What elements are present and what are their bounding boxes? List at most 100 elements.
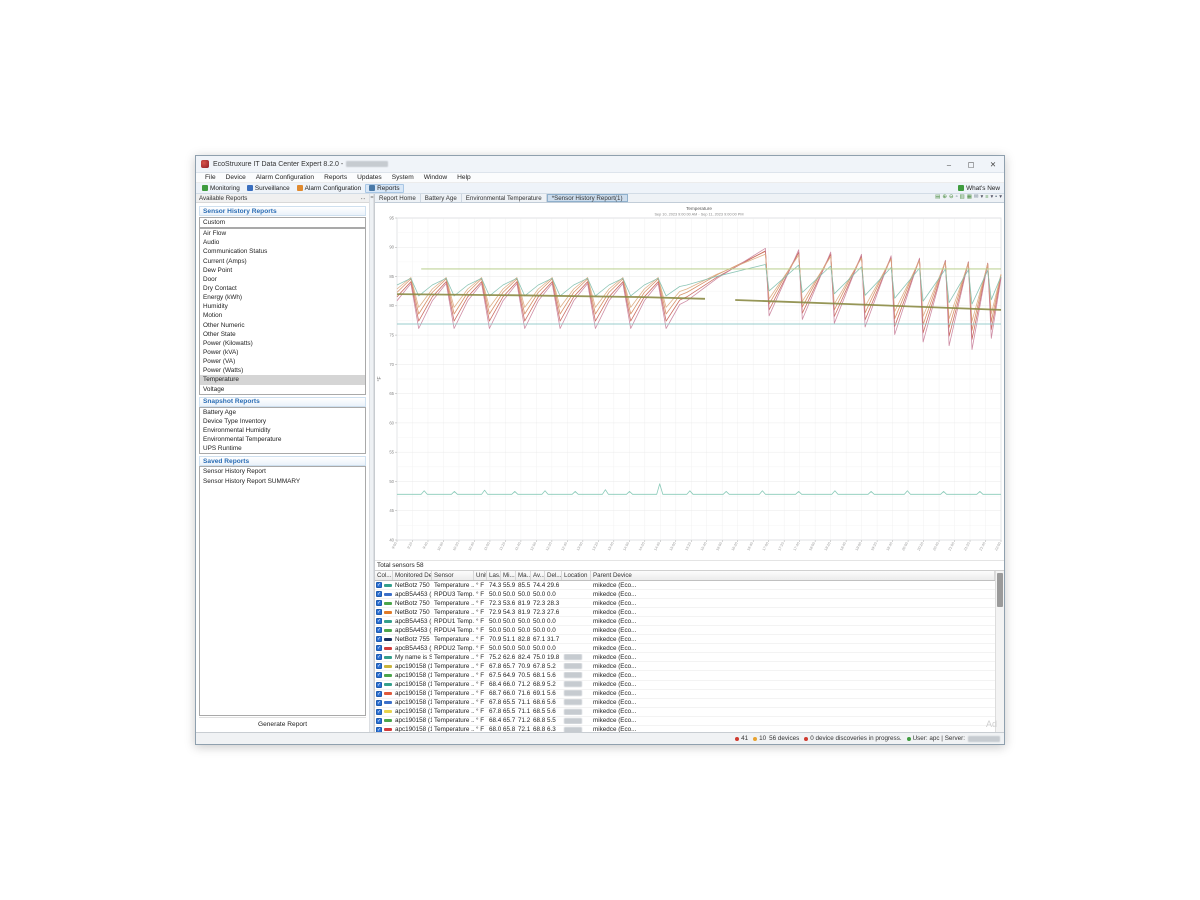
table-row[interactable]: ✓NetBotz 755 ...Temperature ...° F70.951… [375, 635, 995, 644]
sidebar-item-communication-status[interactable]: Communication Status [200, 247, 365, 256]
tab-battery-age[interactable]: Battery Age [421, 194, 462, 202]
sidebar-item-temperature[interactable]: Temperature [200, 375, 365, 384]
close-button[interactable]: ✕ [982, 156, 1004, 172]
tab-environmental-temperature[interactable]: Environmental Temperature [462, 194, 547, 202]
sidebar-item-dew-point[interactable]: Dew Point [200, 266, 365, 275]
menu-help[interactable]: Help [452, 174, 476, 181]
panel-collapse-icons[interactable]: ▪▪ [361, 196, 366, 201]
zoom-in-icon[interactable]: ⊕ [942, 195, 947, 201]
toolbar-item-alarm-configuration[interactable]: Alarm Configuration [294, 184, 364, 193]
row-checkbox[interactable]: ✓ [376, 727, 382, 732]
toolbar-item-surveillance[interactable]: Surveillance [244, 184, 293, 193]
row-checkbox[interactable]: ✓ [376, 654, 382, 660]
menu-device[interactable]: Device [221, 174, 251, 181]
sidebar-item-battery-age[interactable]: Battery Age [200, 408, 365, 417]
row-checkbox[interactable]: ✓ [376, 691, 382, 697]
row-checkbox[interactable]: ✓ [376, 627, 382, 633]
chart-svg[interactable]: 9:009:209:4010:0010:2010:4011:0011:2011:… [375, 203, 1006, 560]
tab-report-home[interactable]: Report Home [375, 194, 421, 202]
menu-updates[interactable]: Updates [352, 174, 387, 181]
table-row[interactable]: ✓apcB5A453 (1...RPDU2 Temp...° F50.050.0… [375, 644, 995, 653]
table-row[interactable]: ✓apc190158 (1...Temperature ...° F67.564… [375, 671, 995, 680]
sidebar-item-voltage[interactable]: Voltage [200, 385, 365, 394]
table-row[interactable]: ✓apc190158 (1...Temperature ...° F68.466… [375, 681, 995, 690]
sidebar-item-humidity[interactable]: Humidity [200, 302, 365, 311]
table-scrollbar-thumb[interactable] [997, 573, 1003, 607]
tab-sensor-history-report-1[interactable]: *Sensor History Report(1) [547, 194, 628, 202]
row-checkbox[interactable]: ✓ [376, 700, 382, 706]
sidebar-item-sensor-history-report-summary[interactable]: Sensor History Report SUMMARY [200, 477, 365, 486]
toolbar-item-monitoring[interactable]: Monitoring [199, 184, 243, 193]
column-header-del[interactable]: Del... [545, 571, 562, 580]
sidebar-item-environmental-humidity[interactable]: Environmental Humidity [200, 426, 365, 435]
minimize-button[interactable]: – [938, 156, 960, 172]
column-header-location[interactable]: Location [562, 571, 591, 580]
table-row[interactable]: ✓NetBotz 750 ...Temperature ...° F72.353… [375, 599, 995, 608]
table-row[interactable]: ✓apc190158 (1...Temperature ...° F68.065… [375, 726, 995, 732]
sidebar-item-power-kva[interactable]: Power (kVA) [200, 348, 365, 357]
menu-reports[interactable]: Reports [319, 174, 352, 181]
sidebar-item-power-kilowatts[interactable]: Power (Kilowatts) [200, 339, 365, 348]
row-checkbox[interactable]: ✓ [376, 709, 382, 715]
column-header-sensor[interactable]: Sensor [432, 571, 474, 580]
column-header-parent-device[interactable]: Parent Device [591, 571, 995, 580]
sidebar-item-ups-runtime[interactable]: UPS Runtime [200, 444, 365, 453]
email-report-icon[interactable]: ✉ [974, 195, 979, 201]
column-header-av[interactable]: Av... [531, 571, 545, 580]
sidebar-item-door[interactable]: Door [200, 275, 365, 284]
table-row[interactable]: ✓NetBotz 750 ...Temperature ...° F72.954… [375, 608, 995, 617]
reset-zoom-icon[interactable]: ▫ [956, 195, 958, 201]
table-row[interactable]: ✓apcB5A453 (1...RPDU3 Temp...° F50.050.0… [375, 590, 995, 599]
sidebar-item-other-numeric[interactable]: Other Numeric [200, 321, 365, 330]
whats-new-link[interactable]: What's New [958, 185, 1004, 192]
table-row[interactable]: ✓My name is Si...Temperature ...° F75.26… [375, 653, 995, 662]
sidebar-item-energy-kwh[interactable]: Energy (kWh) [200, 293, 365, 302]
row-checkbox[interactable]: ✓ [376, 636, 382, 642]
row-checkbox[interactable]: ✓ [376, 591, 382, 597]
row-checkbox[interactable]: ✓ [376, 582, 382, 588]
table-row[interactable]: ✓apc190158 (1...Temperature ...° F67.865… [375, 699, 995, 708]
sidebar-item-motion[interactable]: Motion [200, 311, 365, 320]
row-checkbox[interactable]: ✓ [376, 600, 382, 606]
sidebar-item-custom[interactable]: Custom [200, 218, 365, 227]
menu-file[interactable]: File [200, 174, 221, 181]
column-header-mi[interactable]: Mi... [501, 571, 516, 580]
splitter-grip-icon[interactable]: ◂▸ [370, 195, 373, 199]
menu-window[interactable]: Window [419, 174, 452, 181]
table-row[interactable]: ✓apcB5A453 (1...RPDU4 Temp...° F50.050.0… [375, 626, 995, 635]
row-checkbox[interactable]: ✓ [376, 718, 382, 724]
sidebar-item-environmental-temperature[interactable]: Environmental Temperature [200, 435, 365, 444]
sidebar-item-dry-contact[interactable]: Dry Contact [200, 284, 365, 293]
row-checkbox[interactable]: ✓ [376, 663, 382, 669]
table-row[interactable]: ✓apc190158 (1...Temperature ...° F68.766… [375, 690, 995, 699]
sidebar-item-current-amps[interactable]: Current (Amps) [200, 257, 365, 266]
table-row[interactable]: ✓apc190158 (1...Temperature ...° F67.865… [375, 708, 995, 717]
menu-system[interactable]: System [387, 174, 419, 181]
sidebar-item-power-va[interactable]: Power (VA) [200, 357, 365, 366]
row-checkbox[interactable]: ✓ [376, 645, 382, 651]
row-checkbox[interactable]: ✓ [376, 609, 382, 615]
sidebar-item-device-type-inventory[interactable]: Device Type Inventory [200, 417, 365, 426]
menu-alarm-configuration[interactable]: Alarm Configuration [251, 174, 319, 181]
toolbar-item-reports[interactable]: Reports [365, 184, 403, 193]
sidebar-item-other-state[interactable]: Other State [200, 330, 365, 339]
table-row[interactable]: ✓apc190158 (1...Temperature ...° F67.865… [375, 662, 995, 671]
table-view-icon[interactable]: ▦ [967, 195, 972, 201]
maximize-button[interactable]: ▢ [960, 156, 982, 172]
export-report-icon[interactable]: ≡ [985, 195, 988, 201]
table-row[interactable]: ✓apcB5A453 (1...RPDU1 Temp...° F50.050.0… [375, 617, 995, 626]
column-header-ma[interactable]: Ma... [516, 571, 531, 580]
grid-view-icon[interactable]: ▥ [960, 195, 965, 201]
table-row[interactable]: ✓NetBotz 750 ...Temperature ...° F74.355… [375, 581, 995, 590]
graph-summary-icon[interactable]: ▤ [935, 195, 940, 201]
column-header-las[interactable]: Las... [487, 571, 501, 580]
row-checkbox[interactable]: ✓ [376, 618, 382, 624]
sidebar-item-air-flow[interactable]: Air Flow [200, 229, 365, 238]
generate-report-button[interactable]: Generate Report [199, 717, 366, 730]
column-header-units[interactable]: Units [474, 571, 487, 580]
row-checkbox[interactable]: ✓ [376, 672, 382, 678]
table-row[interactable]: ✓apc190158 (1...Temperature ...° F68.465… [375, 717, 995, 726]
sidebar-item-sensor-history-report[interactable]: Sensor History Report [200, 467, 365, 476]
table-scrollbar[interactable] [995, 571, 1004, 732]
report-settings-icon[interactable]: ▪ [995, 195, 997, 201]
